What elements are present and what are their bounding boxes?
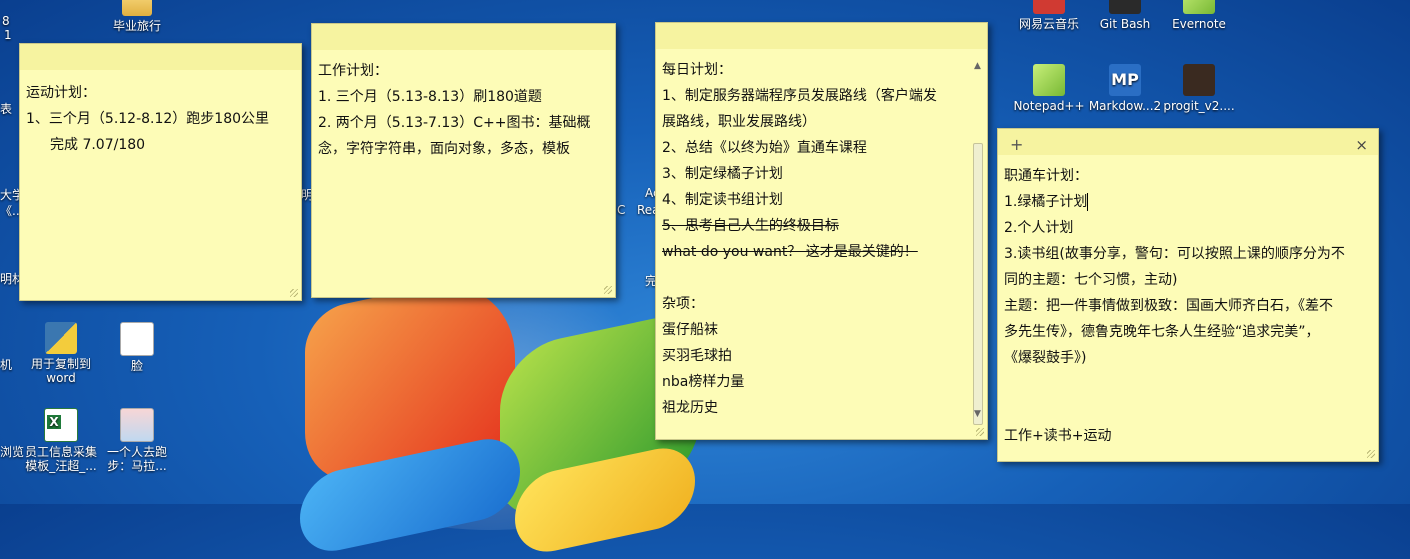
note-body[interactable]: 职通车计划： 1.绿橘子计划 2.个人计划 3.读书组(故事分享，警句：可以按照… xyxy=(998,155,1378,457)
text-cursor xyxy=(1087,193,1089,211)
note-line-struck: 5、思考自己人生的终极目标 xyxy=(662,218,839,234)
desktop-icon-copy-to-word[interactable]: 用于复制到word xyxy=(22,322,100,385)
evernote-icon xyxy=(1183,0,1215,14)
scrollbar-thumb[interactable] xyxy=(973,143,983,425)
edge-label: 1 xyxy=(4,28,12,42)
desktop-icon-label: 员工信息采集模板_汪超_... xyxy=(24,445,97,473)
edge-label: C xyxy=(617,203,626,217)
note-line: 3、制定绿橘子计划 xyxy=(662,166,783,182)
note-line: 1、制定服务器端程序员发展路线（客户端发 xyxy=(662,88,937,104)
pdf-file-icon xyxy=(1183,64,1215,96)
scroll-down-icon[interactable]: ▼ xyxy=(974,401,981,427)
note-line: 同的主题：七个习惯，主动) xyxy=(1004,272,1178,288)
image-file-icon xyxy=(120,408,154,442)
desktop-icon-face[interactable]: 脸 xyxy=(98,322,176,373)
note-line: 展路线，职业发展路线） xyxy=(662,114,816,130)
desktop-icon-git-bash[interactable]: Git Bash xyxy=(1086,0,1164,31)
note-line: 祖龙历史 xyxy=(662,400,718,416)
note-line: 运动计划： xyxy=(26,85,96,101)
scroll-up-icon[interactable]: ▲ xyxy=(974,53,981,79)
desktop-icon-label: 网易云音乐 xyxy=(1018,17,1079,31)
edge-label: 浏览 xyxy=(0,445,25,459)
note-line: 工作+读书+运动 xyxy=(1004,428,1112,444)
sticky-note-sport[interactable]: 运动计划： 1、三个月（5.12-8.12）跑步180公里 完成 7.07/18… xyxy=(19,43,302,301)
desktop-icon-employee-form[interactable]: 员工信息采集模板_汪超_... xyxy=(22,408,100,473)
note-body[interactable]: 工作计划： 1. 三个月（5.13-8.13）刷180道题 2. 两个月（5.1… xyxy=(312,50,615,170)
desktop-icon-label: 脸 xyxy=(130,359,143,373)
resize-grip-icon[interactable] xyxy=(1367,450,1375,458)
note-line: 完成 7.07/180 xyxy=(50,137,146,153)
desktop-icon-label: Notepad++ xyxy=(1013,99,1085,113)
edge-label: 8 xyxy=(2,14,10,28)
note-line: 2、总结《以终为始》直通车课程 xyxy=(662,140,867,156)
desktop-icon-graduation-trip[interactable]: 毕业旅行 xyxy=(98,0,176,33)
note-line: 《爆裂鼓手》) xyxy=(1004,350,1087,366)
resize-grip-icon[interactable] xyxy=(290,289,298,297)
note-scrollbar[interactable]: ▲ ▼ xyxy=(971,53,985,425)
note-title-bar[interactable] xyxy=(20,44,301,70)
desktop-icon-progit-pdf[interactable]: progit_v2.... xyxy=(1160,64,1238,113)
note-title-bar[interactable] xyxy=(656,23,987,49)
desktop-icon-evernote[interactable]: Evernote xyxy=(1160,0,1238,31)
note-line: 1. 三个月（5.13-8.13）刷180道题 xyxy=(318,89,542,105)
note-line xyxy=(1004,397,1372,423)
resize-grip-icon[interactable] xyxy=(604,286,612,294)
resize-grip-icon[interactable] xyxy=(976,428,984,436)
note-line: 1、三个月（5.12-8.12）跑步180公里 xyxy=(26,111,270,127)
desktop-icon-markdownpad[interactable]: MP Markdow...2 xyxy=(1086,64,1164,113)
desktop-icon-label: Markdow...2 xyxy=(1088,99,1162,113)
note-line xyxy=(662,265,967,291)
note-line: 2. 两个月（5.13-7.13）C++图书：基础概 xyxy=(318,115,591,131)
note-line: 每日计划： xyxy=(662,62,732,78)
close-icon[interactable]: × xyxy=(1355,132,1368,158)
note-line: nba榜样力量 xyxy=(662,374,745,390)
note-line: 2.个人计划 xyxy=(1004,220,1074,236)
desktop-icon-label: 用于复制到word xyxy=(30,357,91,385)
desktop-icon-label: 毕业旅行 xyxy=(112,19,161,33)
note-line: 职通车计划： xyxy=(1004,168,1088,184)
note-line: 念，字符字符串，面向对象，多态，模板 xyxy=(318,141,570,157)
note-line: 主题：把一件事情做到极致：国画大师齐白石，《差不 xyxy=(1004,298,1333,314)
note-line: 1.绿橘子计划 xyxy=(1004,189,1372,215)
desktop-icon-label: Git Bash xyxy=(1099,17,1151,31)
desktop-icon-label: progit_v2.... xyxy=(1163,99,1235,113)
note-line: 杂项： xyxy=(662,296,704,312)
python-file-icon xyxy=(45,322,77,354)
note-body[interactable]: 运动计划： 1、三个月（5.12-8.12）跑步180公里 完成 7.07/18… xyxy=(20,70,301,166)
netease-music-icon xyxy=(1033,0,1065,14)
excel-file-icon xyxy=(44,408,78,442)
note-line-text: 1.绿橘子计划 xyxy=(1004,194,1088,210)
desktop-icon-marathon[interactable]: 一个人去跑步：马拉... xyxy=(98,408,176,473)
sticky-note-career[interactable]: + × 职通车计划： 1.绿橘子计划 2.个人计划 3.读书组(故事分享，警句：… xyxy=(997,128,1379,462)
desktop-icon-netease-music[interactable]: 网易云音乐 xyxy=(1010,0,1088,31)
desktop-icon-label: 一个人去跑步：马拉... xyxy=(106,445,167,473)
markdownpad-icon: MP xyxy=(1109,64,1141,96)
sticky-note-work[interactable]: 工作计划： 1. 三个月（5.13-8.13）刷180道题 2. 两个月（5.1… xyxy=(311,23,616,298)
note-line: 4、制定读书组计划 xyxy=(662,192,783,208)
git-bash-icon xyxy=(1109,0,1141,14)
note-line xyxy=(1004,371,1372,397)
note-body[interactable]: 每日计划： 1、制定服务器端程序员发展路线（客户端发 展路线，职业发展路线） 2… xyxy=(656,49,987,429)
note-title-bar[interactable] xyxy=(312,24,615,50)
folder-icon xyxy=(122,0,152,16)
desktop-icon-notepad-plus-plus[interactable]: Notepad++ xyxy=(1010,64,1088,113)
note-line: 蛋仔船袜 xyxy=(662,322,718,338)
note-line: 3.读书组(故事分享，警句：可以按照上课的顺序分为不 xyxy=(1004,246,1345,262)
edge-label: 表 xyxy=(0,102,13,116)
note-line-struck: what do you want？ 这才是最关键的！ xyxy=(662,244,918,260)
desktop-icon-label: Evernote xyxy=(1172,17,1226,31)
text-file-icon xyxy=(120,322,154,356)
edge-label: 机 xyxy=(0,358,13,372)
note-title-bar[interactable]: + × xyxy=(998,129,1378,155)
add-note-icon[interactable]: + xyxy=(1010,132,1023,158)
note-line: 工作计划： xyxy=(318,63,388,79)
note-line: 买羽毛球拍 xyxy=(662,348,732,364)
note-line: 多先生传》，德鲁克晚年七条人生经验“追求完美”， xyxy=(1004,324,1320,340)
sticky-note-daily[interactable]: 每日计划： 1、制定服务器端程序员发展路线（客户端发 展路线，职业发展路线） 2… xyxy=(655,22,988,440)
notepad-plus-plus-icon xyxy=(1033,64,1065,96)
